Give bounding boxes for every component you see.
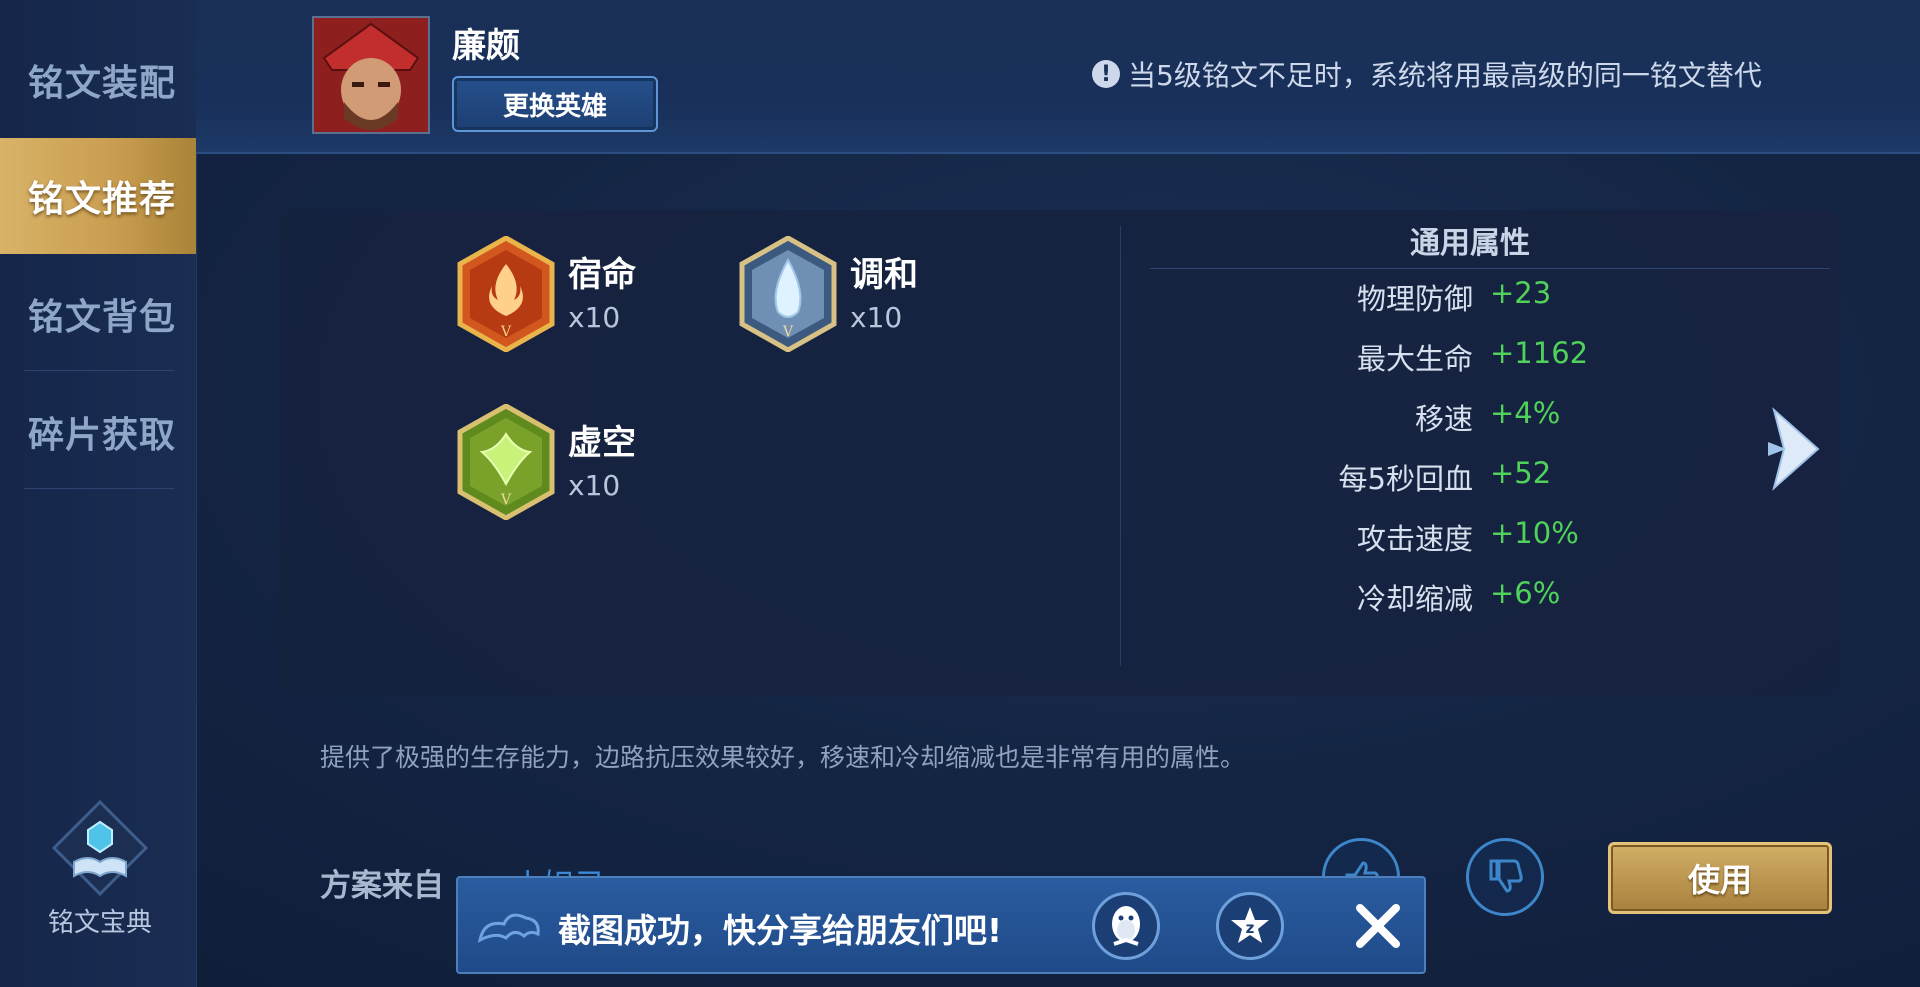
attribute-value: +6% [1490, 576, 1561, 610]
change-hero-button[interactable]: 更换英雄 [452, 76, 658, 132]
sidebar-item-rune-equip[interactable]: 铭文装配 [0, 22, 196, 138]
rune-name: 宿命 [568, 254, 636, 295]
rune-name: 调和 [850, 254, 918, 295]
sidebar-item-rune-bag[interactable]: 铭文背包 [0, 256, 196, 372]
attribute-label: 最大生命 [1356, 342, 1473, 376]
attribute-label: 物理防御 [1356, 282, 1473, 316]
sidebar-item-fragments[interactable]: 碎片获取 [0, 374, 196, 490]
star-icon: z [1231, 907, 1269, 943]
hero-avatar [312, 16, 430, 134]
divider [24, 488, 174, 489]
attribute-row: 每5秒回血 +52 [1120, 456, 1820, 496]
attributes-title: 通用属性 [1410, 226, 1530, 261]
attribute-row: 攻击速度 +10% [1120, 516, 1820, 556]
fate-rune-icon: V [456, 235, 556, 353]
chevron-right-icon[interactable] [1764, 404, 1824, 494]
rune-count: x10 [568, 300, 621, 334]
attribute-value: +4% [1490, 396, 1561, 430]
thumbs-down-icon [1489, 859, 1523, 893]
sidebar-item-label: 铭文装配 [28, 63, 177, 104]
divider [24, 370, 174, 371]
rune-item[interactable]: V 虚空 x10 [456, 403, 636, 521]
notice-text: 当5级铭文不足时，系统将用最高级的同一铭文替代 [1128, 59, 1762, 92]
use-button[interactable]: 使用 [1608, 842, 1832, 914]
rune-name: 虚空 [568, 422, 636, 463]
sidebar-item-rune-recommend[interactable]: 铭文推荐 [0, 138, 196, 254]
attribute-label: 攻击速度 [1356, 522, 1473, 556]
sidebar-item-label: 碎片获取 [28, 415, 177, 456]
sidebar: 铭文装配 铭文推荐 铭文背包 碎片获取 铭文宝典 [0, 0, 197, 987]
book-icon [51, 799, 149, 897]
attribute-row: 最大生命 +1162 [1120, 336, 1820, 376]
share-toast: 截图成功，快分享给朋友们吧! z [456, 876, 1426, 974]
close-icon[interactable] [1344, 892, 1412, 960]
harmony-rune-icon: V [738, 235, 838, 353]
svg-text:z: z [1246, 919, 1255, 937]
rune-item[interactable]: V 宿命 x10 [456, 235, 636, 353]
thumbs-down-button[interactable] [1466, 838, 1544, 916]
build-description: 提供了极强的生存能力，边路抗压效果较好，移速和冷却缩减也是非常有用的属性。 [320, 743, 1246, 772]
sidebar-item-label: 铭文背包 [28, 297, 177, 338]
rune-item[interactable]: V 调和 x10 [738, 235, 918, 353]
attribute-row: 冷却缩减 +6% [1120, 576, 1820, 616]
toast-message: 截图成功，快分享给朋友们吧! [558, 911, 1003, 950]
rune-codex-button[interactable]: 铭文宝典 [30, 799, 170, 960]
svg-text:V: V [782, 324, 794, 340]
divider [1150, 268, 1830, 269]
rune-count: x10 [568, 468, 621, 502]
attribute-row: 物理防御 +23 [1120, 276, 1820, 316]
attribute-label: 移速 [1414, 402, 1473, 436]
attribute-label: 每5秒回血 [1338, 462, 1473, 496]
notice: ! 当5级铭文不足时，系统将用最高级的同一铭文替代 [1092, 54, 1762, 94]
codex-label: 铭文宝典 [47, 908, 152, 938]
svg-text:V: V [500, 492, 512, 508]
change-hero-label: 更换英雄 [502, 91, 607, 122]
attribute-value: +23 [1490, 276, 1552, 310]
cloud-swirl-icon [477, 913, 540, 943]
void-rune-icon: V [456, 403, 556, 521]
rune-count: x10 [850, 300, 903, 334]
share-qzone-button[interactable]: z [1216, 892, 1284, 960]
hero-name: 廉颇 [452, 26, 520, 66]
source-label: 方案来自 [320, 868, 444, 904]
attribute-value: +1162 [1490, 336, 1589, 370]
attribute-value: +10% [1490, 516, 1579, 550]
use-button-label: 使用 [1687, 861, 1752, 899]
attribute-value: +52 [1490, 456, 1552, 490]
sidebar-item-label: 铭文推荐 [28, 179, 177, 220]
svg-text:V: V [500, 324, 512, 340]
penguin-icon [1112, 906, 1140, 946]
share-qq-button[interactable] [1092, 892, 1160, 960]
exclamation-icon: ! [1092, 60, 1120, 88]
attribute-label: 冷却缩减 [1356, 582, 1473, 616]
attribute-row: 移速 +4% [1120, 396, 1820, 436]
